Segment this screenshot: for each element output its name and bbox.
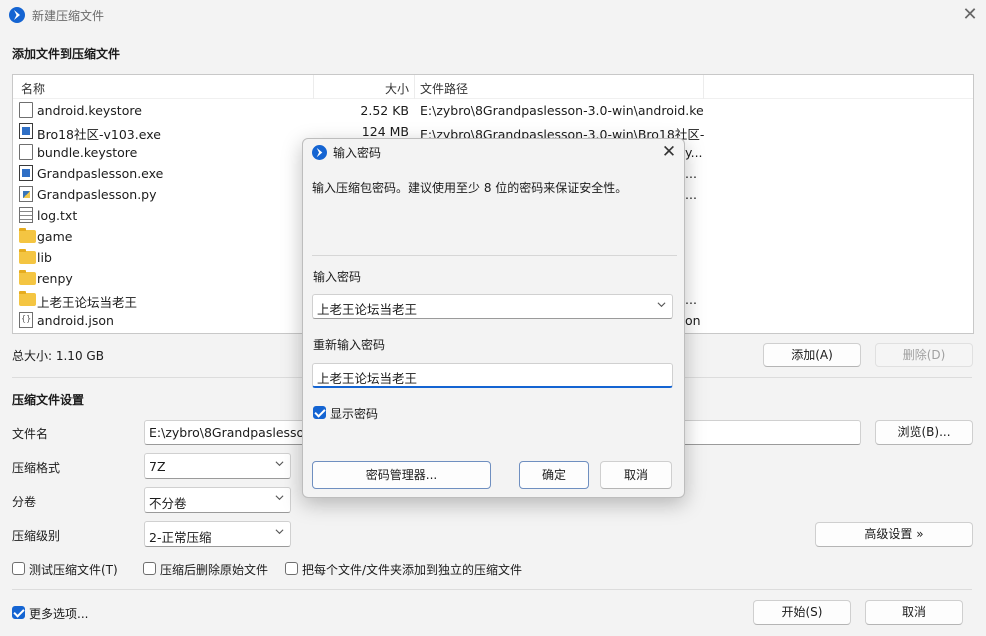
file-path-tail: on (685, 313, 701, 328)
filename-value: E:\zybro\8Grandpaslesson (149, 425, 313, 440)
delete-after-checkbox[interactable] (143, 562, 156, 575)
dialog-cancel-button[interactable]: 取消 (600, 461, 672, 489)
file-name: 上老王论坛当老王 (37, 295, 138, 310)
file-path-tail: ... (685, 187, 697, 202)
format-value: 7Z (149, 459, 166, 474)
password-label: 输入密码 (313, 270, 362, 284)
column-header-name[interactable]: 名称 (21, 80, 45, 97)
file-path-tail: ... (685, 292, 697, 307)
file-list-row[interactable]: android.keystore 2.52 KB E:\zybro\8Grandpa… (13, 100, 973, 121)
add-button[interactable]: 添加(A) (763, 343, 861, 367)
split-label: 分卷 (12, 495, 37, 509)
app-logo-icon (9, 7, 25, 23)
more-options-checkbox[interactable] (12, 606, 25, 619)
password-input[interactable]: 上老王论坛当老王 (312, 294, 673, 319)
file-name: Bro18社区-v103.exe (37, 127, 161, 142)
more-options-label[interactable]: 更多选项... (29, 605, 88, 622)
file-name: Grandpaslesson.py (37, 187, 157, 202)
window-title: 新建压缩文件 (32, 9, 105, 23)
file-name: lib (37, 250, 52, 265)
python-file-icon (19, 186, 33, 202)
chevron-down-icon (275, 495, 284, 501)
test-archive-checkbox[interactable] (12, 562, 25, 575)
file-name: android.keystore (37, 103, 142, 118)
total-size-label: 总大小: 1.10 GB (12, 349, 104, 363)
show-password-label[interactable]: 显示密码 (330, 405, 378, 422)
file-size: 2.52 KB (360, 103, 409, 118)
level-select[interactable]: 2-正常压缩 (144, 521, 291, 547)
column-header-path[interactable]: 文件路径 (420, 80, 468, 97)
reenter-password-value: 上老王论坛当老王 (317, 371, 418, 386)
dialog-title: 输入密码 (333, 146, 382, 160)
settings-section-title: 压缩文件设置 (12, 393, 85, 407)
folder-icon (19, 228, 36, 243)
executable-icon (19, 123, 33, 139)
text-file-icon (19, 207, 33, 223)
column-header-size[interactable]: 大小 (385, 80, 409, 97)
password-value: 上老王论坛当老王 (317, 302, 418, 317)
level-label: 压缩级别 (12, 529, 61, 543)
file-name: Grandpaslesson.exe (37, 166, 164, 181)
file-path-tail: ... (685, 166, 697, 181)
file-list-header: 名称 大小 文件路径 (13, 75, 973, 99)
dialog-close-button[interactable]: ✕ (657, 140, 681, 164)
browse-button[interactable]: 浏览(B)... (875, 420, 973, 445)
format-label: 压缩格式 (12, 461, 61, 475)
folder-icon (19, 249, 36, 264)
delete-button[interactable]: 删除(D) (875, 343, 973, 367)
password-manager-button[interactable]: 密码管理器... (312, 461, 491, 489)
separate-archives-checkbox[interactable] (285, 562, 298, 575)
file-size: 124 MB (361, 124, 409, 139)
file-path-tail: y... (685, 145, 703, 160)
show-password-checkbox[interactable] (313, 406, 326, 419)
advanced-settings-button[interactable]: 高级设置 » (815, 522, 973, 547)
document-icon (19, 102, 33, 118)
dialog-description: 输入压缩包密码。建议使用至少 8 位的密码来保证安全性。 (312, 181, 628, 195)
files-section-title: 添加文件到压缩文件 (12, 47, 121, 61)
separate-archives-label[interactable]: 把每个文件/文件夹添加到独立的压缩文件 (302, 561, 522, 578)
document-icon (19, 144, 33, 160)
divider (12, 589, 972, 590)
chevron-down-icon (275, 529, 284, 535)
delete-after-label[interactable]: 压缩后删除原始文件 (160, 561, 268, 578)
filename-label: 文件名 (12, 427, 49, 441)
test-archive-label[interactable]: 测试压缩文件(T) (29, 561, 118, 578)
folder-icon (19, 270, 36, 285)
reenter-password-label: 重新输入密码 (313, 338, 386, 352)
file-name: log.txt (37, 208, 78, 223)
cancel-button[interactable]: 取消 (865, 600, 963, 625)
password-dialog: 输入密码 ✕ 输入压缩包密码。建议使用至少 8 位的密码来保证安全性。 输入密码… (302, 138, 685, 498)
chevron-down-icon (275, 461, 284, 467)
level-value: 2-正常压缩 (149, 530, 212, 545)
window-close-button[interactable]: ✕ (958, 4, 982, 28)
file-name: bundle.keystore (37, 145, 138, 160)
file-name: renpy (37, 271, 73, 286)
ok-button[interactable]: 确定 (519, 461, 589, 489)
start-button[interactable]: 开始(S) (753, 600, 851, 625)
file-name: game (37, 229, 73, 244)
split-value: 不分卷 (149, 496, 187, 511)
folder-icon (19, 291, 36, 306)
reenter-password-input[interactable]: 上老王论坛当老王 (312, 363, 673, 388)
title-bar (0, 0, 986, 32)
file-path: E:\zybro\8Grandpaslesson-3.0-win\android… (420, 103, 705, 118)
file-name: android.json (37, 313, 114, 328)
executable-icon (19, 165, 33, 181)
divider (312, 255, 677, 256)
split-select[interactable]: 不分卷 (144, 487, 291, 513)
json-file-icon (19, 312, 33, 328)
app-logo-icon (312, 145, 327, 160)
format-select[interactable]: 7Z (144, 453, 291, 479)
chevron-down-icon[interactable] (657, 300, 666, 309)
